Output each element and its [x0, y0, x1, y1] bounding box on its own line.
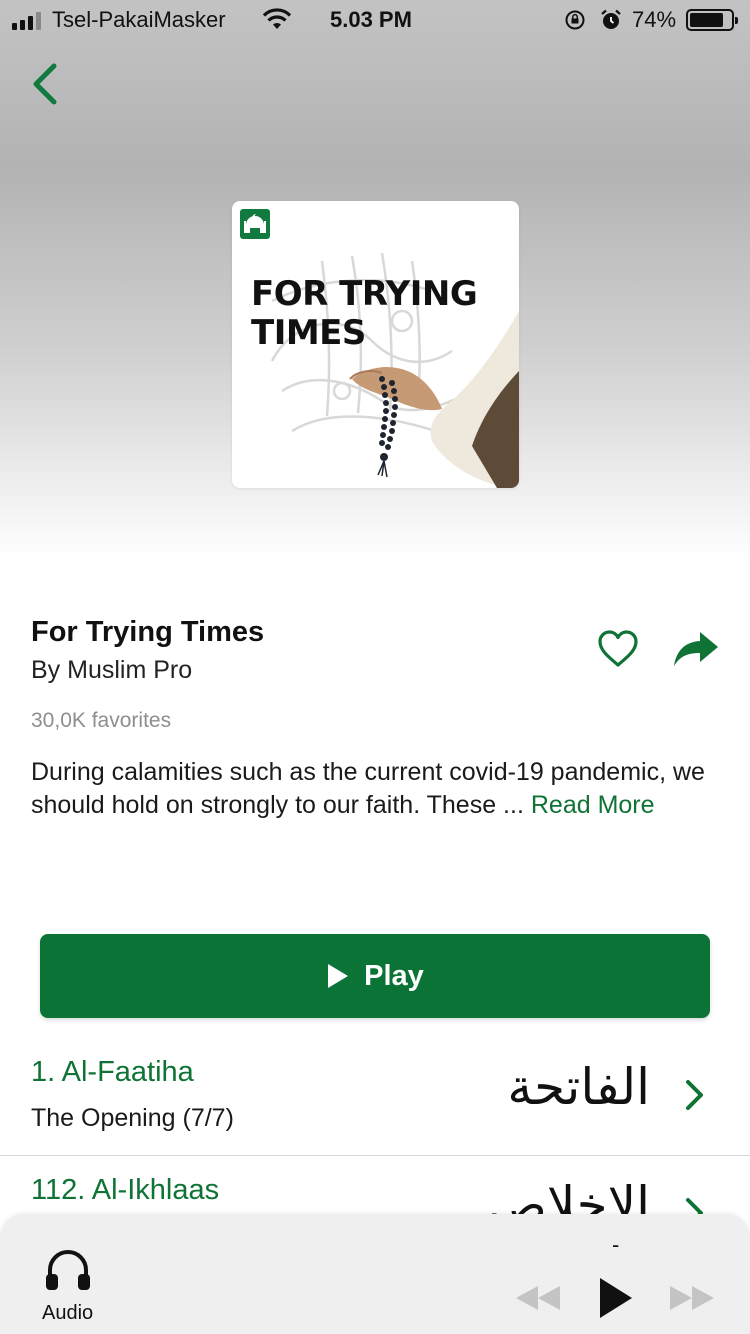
list-item[interactable]: 1. Al-Faatiha The Opening (7/7) الفاتحة: [0, 1030, 750, 1156]
signal-icon: [12, 12, 41, 30]
favorite-button[interactable]: [596, 628, 640, 670]
alarm-icon: [601, 9, 621, 29]
fast-forward-icon[interactable]: [668, 1284, 716, 1312]
now-playing-title: -: [612, 1232, 620, 1257]
audio-tab[interactable]: Audio: [30, 1244, 110, 1330]
favorites-count: 30,0K favorites: [31, 709, 172, 732]
carrier-name: Tsel-PakaiMasker: [52, 7, 226, 32]
playlist-title: For Trying Times: [31, 616, 265, 648]
chevron-left-icon: [33, 63, 57, 105]
heart-outline-icon: [598, 630, 638, 667]
rotation-lock-icon: [565, 10, 585, 30]
list-item-title: 112. Al-Ikhlaas: [31, 1174, 220, 1206]
playlist-author: By Muslim Pro: [31, 656, 193, 684]
list-item-arabic-name: الفاتحة: [507, 1058, 650, 1116]
list-item-title: 1. Al-Faatiha: [31, 1056, 194, 1088]
wifi-icon: [262, 8, 292, 29]
playlist-description: During calamities such as the current co…: [31, 756, 711, 822]
chevron-right-icon: [686, 1080, 703, 1110]
status-time: 5.03 PM: [330, 7, 412, 32]
back-button[interactable]: [26, 58, 66, 110]
list-item-subtitle: The Opening (7/7): [31, 1104, 234, 1132]
status-bar: Tsel-PakaiMasker 5.03 PM 74%: [0, 0, 750, 40]
cover-title: FOR TRYING TIMES: [251, 274, 478, 353]
mini-player: Audio -: [0, 1214, 750, 1334]
battery-percentage: 74%: [632, 7, 677, 32]
mini-play-icon[interactable]: [598, 1276, 634, 1320]
headphones-icon: [46, 1250, 90, 1290]
rewind-icon[interactable]: [514, 1284, 562, 1312]
share-button[interactable]: [672, 630, 720, 668]
share-arrow-icon: [674, 632, 718, 666]
play-button[interactable]: Play: [40, 934, 710, 1018]
audio-tab-label: Audio: [42, 1302, 94, 1324]
play-button-label: Play: [364, 959, 424, 992]
playlist-cover: FOR TRYING TIMES: [232, 201, 519, 488]
mosque-icon: [240, 209, 270, 239]
battery-icon: [686, 9, 738, 31]
read-more-link[interactable]: Read More: [531, 791, 655, 819]
play-icon: [328, 964, 349, 988]
